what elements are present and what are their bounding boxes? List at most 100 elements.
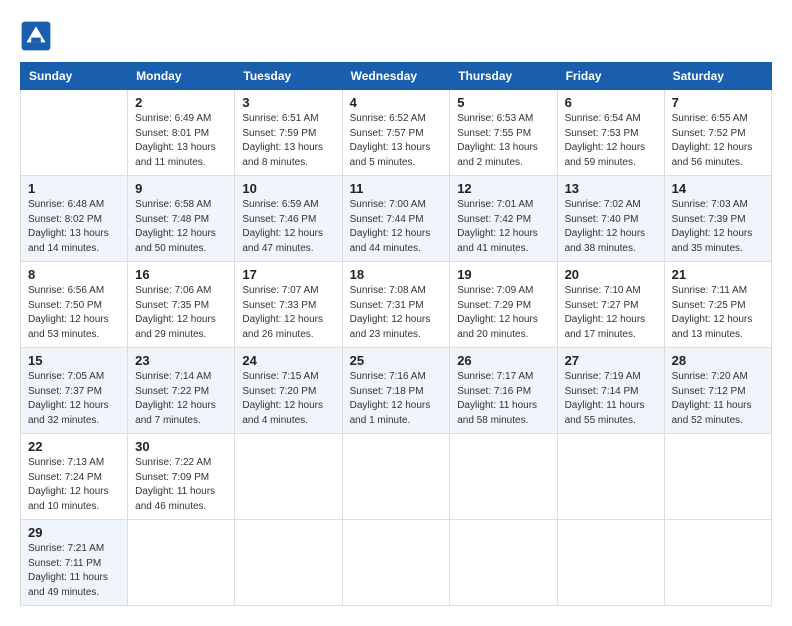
calendar-cell: 22 Sunrise: 7:13 AMSunset: 7:24 PMDaylig… <box>21 434 128 520</box>
calendar-cell: 11 Sunrise: 7:00 AMSunset: 7:44 PMDaylig… <box>342 176 450 262</box>
day-detail: Sunrise: 7:00 AMSunset: 7:44 PMDaylight:… <box>350 198 443 256</box>
day-number: 7 <box>672 95 764 110</box>
calendar-cell <box>450 520 557 606</box>
calendar-cell: 15 Sunrise: 7:05 AMSunset: 7:37 PMDaylig… <box>21 348 128 434</box>
day-number: 10 <box>242 181 334 196</box>
day-number: 30 <box>135 439 227 454</box>
day-number: 12 <box>457 181 549 196</box>
calendar-cell <box>342 520 450 606</box>
calendar-cell <box>235 520 342 606</box>
day-detail: Sunrise: 6:49 AMSunset: 8:01 PMDaylight:… <box>135 112 227 170</box>
day-detail: Sunrise: 6:51 AMSunset: 7:59 PMDaylight:… <box>242 112 334 170</box>
day-detail: Sunrise: 7:14 AMSunset: 7:22 PMDaylight:… <box>135 370 227 428</box>
logo <box>20 20 56 52</box>
calendar-cell: 18 Sunrise: 7:08 AMSunset: 7:31 PMDaylig… <box>342 262 450 348</box>
day-detail: Sunrise: 7:17 AMSunset: 7:16 PMDaylight:… <box>457 370 549 428</box>
column-header-sunday: Sunday <box>21 63 128 90</box>
day-detail: Sunrise: 6:54 AMSunset: 7:53 PMDaylight:… <box>565 112 657 170</box>
calendar-cell: 21 Sunrise: 7:11 AMSunset: 7:25 PMDaylig… <box>664 262 771 348</box>
day-detail: Sunrise: 7:09 AMSunset: 7:29 PMDaylight:… <box>457 284 549 342</box>
column-header-monday: Monday <box>128 63 235 90</box>
calendar-cell: 20 Sunrise: 7:10 AMSunset: 7:27 PMDaylig… <box>557 262 664 348</box>
calendar-cell: 1 Sunrise: 6:48 AMSunset: 8:02 PMDayligh… <box>21 176 128 262</box>
calendar-week-row: 2 Sunrise: 6:49 AMSunset: 8:01 PMDayligh… <box>21 90 772 176</box>
calendar-week-row: 29 Sunrise: 7:21 AMSunset: 7:11 PMDaylig… <box>21 520 772 606</box>
day-number: 29 <box>28 525 120 540</box>
calendar-cell: 10 Sunrise: 6:59 AMSunset: 7:46 PMDaylig… <box>235 176 342 262</box>
day-detail: Sunrise: 7:22 AMSunset: 7:09 PMDaylight:… <box>135 456 227 514</box>
day-number: 3 <box>242 95 334 110</box>
calendar-week-row: 15 Sunrise: 7:05 AMSunset: 7:37 PMDaylig… <box>21 348 772 434</box>
day-number: 25 <box>350 353 443 368</box>
day-detail: Sunrise: 6:52 AMSunset: 7:57 PMDaylight:… <box>350 112 443 170</box>
calendar-week-row: 22 Sunrise: 7:13 AMSunset: 7:24 PMDaylig… <box>21 434 772 520</box>
day-detail: Sunrise: 7:16 AMSunset: 7:18 PMDaylight:… <box>350 370 443 428</box>
day-number: 20 <box>565 267 657 282</box>
day-number: 8 <box>28 267 120 282</box>
day-detail: Sunrise: 7:01 AMSunset: 7:42 PMDaylight:… <box>457 198 549 256</box>
calendar-cell: 27 Sunrise: 7:19 AMSunset: 7:14 PMDaylig… <box>557 348 664 434</box>
calendar-cell <box>450 434 557 520</box>
day-number: 6 <box>565 95 657 110</box>
calendar-table: SundayMondayTuesdayWednesdayThursdayFrid… <box>20 62 772 606</box>
calendar-cell <box>128 520 235 606</box>
day-number: 18 <box>350 267 443 282</box>
calendar-cell <box>21 90 128 176</box>
day-number: 26 <box>457 353 549 368</box>
day-number: 24 <box>242 353 334 368</box>
calendar-cell: 14 Sunrise: 7:03 AMSunset: 7:39 PMDaylig… <box>664 176 771 262</box>
calendar-cell: 8 Sunrise: 6:56 AMSunset: 7:50 PMDayligh… <box>21 262 128 348</box>
calendar-cell: 23 Sunrise: 7:14 AMSunset: 7:22 PMDaylig… <box>128 348 235 434</box>
calendar-cell <box>235 434 342 520</box>
page-header <box>20 20 772 52</box>
day-number: 13 <box>565 181 657 196</box>
day-detail: Sunrise: 7:21 AMSunset: 7:11 PMDaylight:… <box>28 542 120 600</box>
calendar-cell: 17 Sunrise: 7:07 AMSunset: 7:33 PMDaylig… <box>235 262 342 348</box>
day-detail: Sunrise: 7:11 AMSunset: 7:25 PMDaylight:… <box>672 284 764 342</box>
calendar-cell: 30 Sunrise: 7:22 AMSunset: 7:09 PMDaylig… <box>128 434 235 520</box>
calendar-week-row: 1 Sunrise: 6:48 AMSunset: 8:02 PMDayligh… <box>21 176 772 262</box>
day-number: 15 <box>28 353 120 368</box>
calendar-cell <box>664 520 771 606</box>
calendar-header-row: SundayMondayTuesdayWednesdayThursdayFrid… <box>21 63 772 90</box>
calendar-cell <box>342 434 450 520</box>
day-number: 22 <box>28 439 120 454</box>
day-detail: Sunrise: 7:06 AMSunset: 7:35 PMDaylight:… <box>135 284 227 342</box>
column-header-wednesday: Wednesday <box>342 63 450 90</box>
day-number: 21 <box>672 267 764 282</box>
day-detail: Sunrise: 6:48 AMSunset: 8:02 PMDaylight:… <box>28 198 120 256</box>
day-detail: Sunrise: 7:10 AMSunset: 7:27 PMDaylight:… <box>565 284 657 342</box>
calendar-body: 2 Sunrise: 6:49 AMSunset: 8:01 PMDayligh… <box>21 90 772 606</box>
column-header-thursday: Thursday <box>450 63 557 90</box>
calendar-cell <box>664 434 771 520</box>
calendar-cell: 13 Sunrise: 7:02 AMSunset: 7:40 PMDaylig… <box>557 176 664 262</box>
day-detail: Sunrise: 6:58 AMSunset: 7:48 PMDaylight:… <box>135 198 227 256</box>
day-number: 27 <box>565 353 657 368</box>
day-number: 5 <box>457 95 549 110</box>
calendar-cell: 12 Sunrise: 7:01 AMSunset: 7:42 PMDaylig… <box>450 176 557 262</box>
column-header-friday: Friday <box>557 63 664 90</box>
day-number: 1 <box>28 181 120 196</box>
day-number: 23 <box>135 353 227 368</box>
calendar-cell <box>557 520 664 606</box>
day-detail: Sunrise: 7:20 AMSunset: 7:12 PMDaylight:… <box>672 370 764 428</box>
day-number: 4 <box>350 95 443 110</box>
calendar-cell: 6 Sunrise: 6:54 AMSunset: 7:53 PMDayligh… <box>557 90 664 176</box>
calendar-cell <box>557 434 664 520</box>
calendar-cell: 4 Sunrise: 6:52 AMSunset: 7:57 PMDayligh… <box>342 90 450 176</box>
day-detail: Sunrise: 6:56 AMSunset: 7:50 PMDaylight:… <box>28 284 120 342</box>
calendar-cell: 7 Sunrise: 6:55 AMSunset: 7:52 PMDayligh… <box>664 90 771 176</box>
calendar-cell: 25 Sunrise: 7:16 AMSunset: 7:18 PMDaylig… <box>342 348 450 434</box>
day-detail: Sunrise: 7:07 AMSunset: 7:33 PMDaylight:… <box>242 284 334 342</box>
day-detail: Sunrise: 7:15 AMSunset: 7:20 PMDaylight:… <box>242 370 334 428</box>
day-detail: Sunrise: 7:08 AMSunset: 7:31 PMDaylight:… <box>350 284 443 342</box>
day-detail: Sunrise: 7:13 AMSunset: 7:24 PMDaylight:… <box>28 456 120 514</box>
calendar-cell: 28 Sunrise: 7:20 AMSunset: 7:12 PMDaylig… <box>664 348 771 434</box>
day-number: 19 <box>457 267 549 282</box>
day-number: 2 <box>135 95 227 110</box>
calendar-cell: 29 Sunrise: 7:21 AMSunset: 7:11 PMDaylig… <box>21 520 128 606</box>
day-number: 28 <box>672 353 764 368</box>
calendar-cell: 3 Sunrise: 6:51 AMSunset: 7:59 PMDayligh… <box>235 90 342 176</box>
day-number: 11 <box>350 181 443 196</box>
day-number: 16 <box>135 267 227 282</box>
